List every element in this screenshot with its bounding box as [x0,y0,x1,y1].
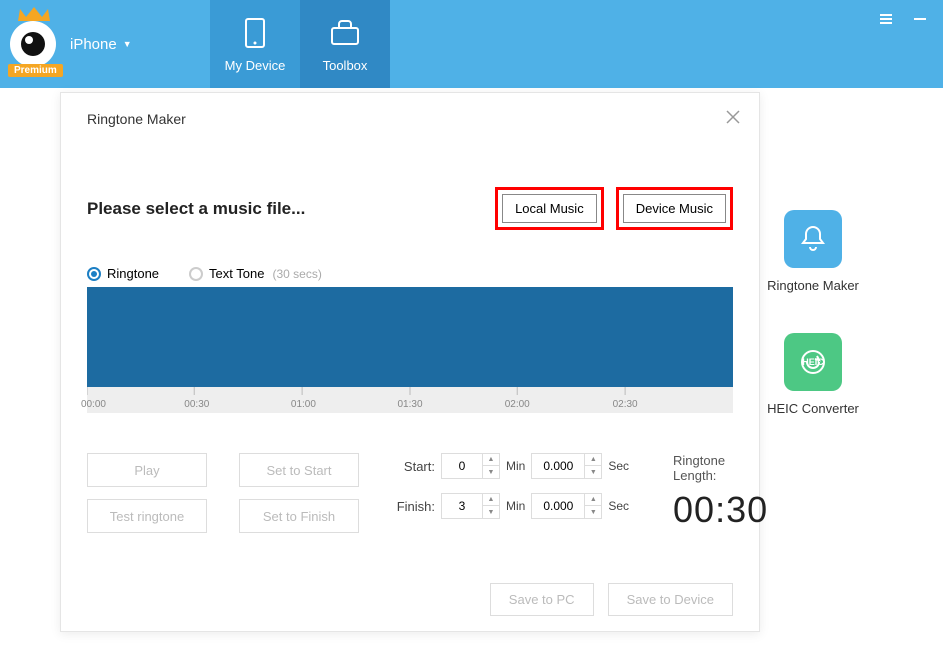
device-music-button[interactable]: Device Music [623,194,726,223]
tile-label: HEIC Converter [767,401,859,416]
tick-label: 00:00 [81,399,106,410]
highlight-device-music: Device Music [616,187,733,230]
modal-title: Ringtone Maker [87,111,733,127]
spin-up-icon[interactable]: ▲ [483,453,499,466]
spin-down-icon[interactable]: ▼ [483,506,499,519]
logo-area: Premium iPhone ▼ [0,0,210,88]
save-to-device-button[interactable]: Save to Device [608,583,733,616]
tick-label: 01:00 [291,399,316,410]
start-label: Start: [391,459,435,474]
highlight-local-music: Local Music [495,187,604,230]
premium-badge: Premium [8,64,63,77]
tick-label: 01:30 [397,399,422,410]
minimize-icon[interactable] [911,10,929,28]
device-selector[interactable]: iPhone ▼ [70,36,132,53]
close-button[interactable] [723,107,743,127]
radio-text-tone[interactable]: Text Tone (30 secs) [189,266,322,281]
ringtone-maker-modal: Ringtone Maker Please select a music fil… [60,92,760,632]
set-start-button[interactable]: Set to Start [239,453,359,487]
ringtone-length-label: Ringtone Length: [673,453,768,483]
finish-label: Finish: [391,499,435,514]
window-controls [877,10,929,28]
set-finish-button[interactable]: Set to Finish [239,499,359,533]
radio-label: Text Tone [209,266,264,281]
toolbox-icon [328,16,362,50]
spin-up-icon[interactable]: ▲ [585,493,601,506]
tile-heic-converter[interactable]: HEIC HEIC Converter [767,333,859,416]
waveform-area[interactable] [87,287,733,387]
tab-toolbox[interactable]: Toolbox [300,0,390,88]
ringtone-length-value: 00:30 [673,489,768,531]
heic-icon-text: HEIC [802,357,824,367]
radio-dot-icon [87,267,101,281]
local-music-button[interactable]: Local Music [502,194,597,223]
bell-icon [784,210,842,268]
tick-label: 02:00 [505,399,530,410]
min-unit: Min [506,499,525,513]
tablet-icon [238,16,272,50]
tick-label: 02:30 [613,399,638,410]
app-header: Premium iPhone ▼ My Device Toolbox [0,0,943,88]
heic-icon: HEIC [784,333,842,391]
spin-down-icon[interactable]: ▼ [483,466,499,479]
finish-sec-input[interactable]: ▲▼ [531,493,602,519]
device-selector-label: iPhone [70,36,117,53]
timeline: 00:00 00:30 01:00 01:30 02:00 02:30 [87,387,733,413]
start-sec-input[interactable]: ▲▼ [531,453,602,479]
play-button[interactable]: Play [87,453,207,487]
radio-hint: (30 secs) [272,267,321,281]
radio-label: Ringtone [107,266,159,281]
sec-unit: Sec [608,459,629,473]
tab-label: My Device [225,58,286,73]
spin-down-icon[interactable]: ▼ [585,506,601,519]
tile-label: Ringtone Maker [767,278,859,293]
radio-dot-icon [189,267,203,281]
radio-ringtone[interactable]: Ringtone [87,266,159,281]
tile-ringtone-maker[interactable]: Ringtone Maker [767,210,859,293]
spin-down-icon[interactable]: ▼ [585,466,601,479]
min-unit: Min [506,459,525,473]
tab-label: Toolbox [323,58,368,73]
tick-label: 00:30 [184,399,209,410]
spin-up-icon[interactable]: ▲ [483,493,499,506]
test-ringtone-button[interactable]: Test ringtone [87,499,207,533]
app-logo-icon [10,21,56,67]
save-to-pc-button[interactable]: Save to PC [490,583,594,616]
sec-unit: Sec [608,499,629,513]
chevron-down-icon: ▼ [123,39,132,49]
tab-my-device[interactable]: My Device [210,0,300,88]
finish-min-input[interactable]: ▲▼ [441,493,500,519]
menu-icon[interactable] [877,10,895,28]
toolbox-tiles: Ringtone Maker HEIC HEIC Converter [753,210,873,416]
spin-up-icon[interactable]: ▲ [585,453,601,466]
start-min-input[interactable]: ▲▼ [441,453,500,479]
nav-tabs: My Device Toolbox [210,0,390,88]
prompt-text: Please select a music file... [87,199,305,219]
